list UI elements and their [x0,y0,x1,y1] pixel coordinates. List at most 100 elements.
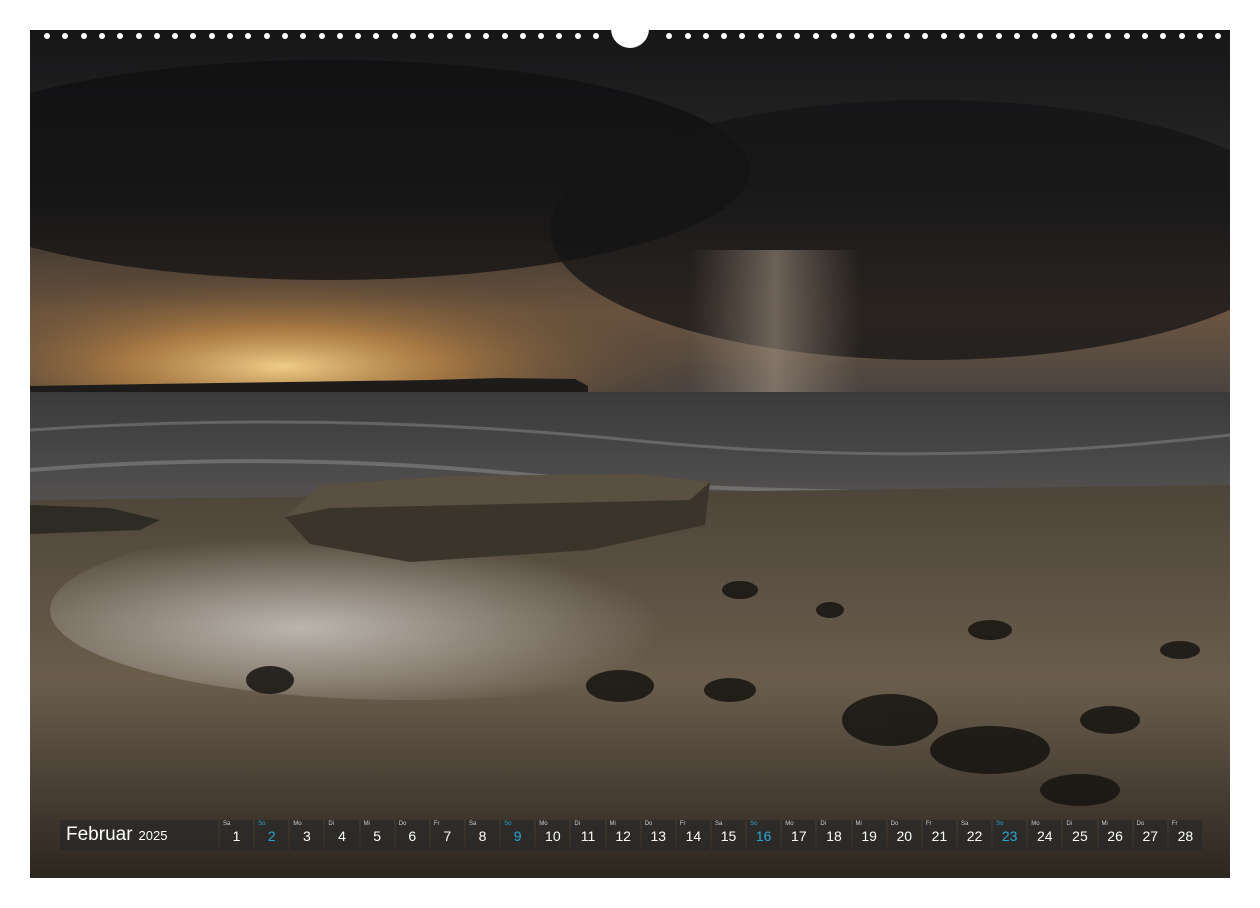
weekday-label: Do [644,821,653,827]
binding-hole [373,33,380,39]
binding-hole [1013,33,1020,39]
binding-hole [355,33,362,39]
day-number: 18 [826,828,842,844]
binding-hole [684,33,691,39]
weekday-label: Mo [539,821,548,827]
binding-hole [44,33,50,39]
day-cell: Mo 10 [536,820,570,850]
day-number: 19 [861,828,877,844]
binding-hole [1032,33,1039,39]
day-number: 17 [791,828,807,844]
day-number: 20 [896,828,913,844]
day-cell: So 23 [993,820,1027,850]
binding-hole [483,33,490,39]
weekday-label: So [996,821,1004,827]
day-cell: Di 18 [817,820,851,850]
binding-hole [446,33,453,39]
day-number: 15 [720,828,737,844]
weekday-label: Di [1066,821,1073,827]
day-cell: Do 6 [395,820,429,850]
day-cell: Mi 12 [606,820,640,850]
day-cell: Fr 14 [676,820,710,850]
binding-hole [190,33,197,39]
day-number: 2 [267,828,276,844]
day-number: 11 [580,828,596,844]
binding-hole [1087,33,1094,39]
day-cell: Mi 19 [852,820,886,850]
binding-hole [428,33,435,39]
binding-hole [1142,33,1148,39]
binding-hole [940,33,947,39]
binding-hole [227,33,233,39]
day-number: 8 [478,828,487,844]
day-number: 12 [615,828,631,844]
weekday-label: So [258,821,266,827]
day-number: 1 [232,828,241,844]
binding-hole [318,33,325,39]
day-number: 27 [1142,828,1159,844]
binding-hole [776,33,782,39]
weekday-label: Di [820,821,827,827]
weekday-label: Do [1136,821,1145,827]
day-cell: Fr 21 [922,820,956,850]
binding-hole [593,33,599,39]
weekday-label: Do [890,821,899,827]
binding-hole [263,33,270,39]
binding-hole [1215,33,1222,39]
binding-hole [464,33,471,39]
weekday-label: Di [328,821,335,827]
weekday-label: Mi [609,821,616,827]
day-cell: Do 20 [887,820,921,850]
day-cell: Do 27 [1133,820,1167,850]
binding-hole [519,33,526,39]
storm-coast-image [30,30,1230,878]
binding-hole [556,33,563,39]
day-number: 6 [408,828,417,844]
weekday-label: Fr [925,821,932,827]
binding-hole [1050,33,1057,39]
weekday-label: So [504,821,512,827]
binding-hole [959,33,965,39]
weekday-label: Fr [679,821,686,827]
binding-hole [904,33,911,39]
day-number: 28 [1177,828,1194,844]
binding-hole [830,33,837,39]
weekday-label: Mo [785,821,794,827]
weekday-label: Sa [468,821,477,827]
binding-hole [885,33,892,39]
weekday-label: Mi [1101,821,1108,827]
binding-hole [1178,33,1185,39]
day-cell: Mi 5 [360,820,394,850]
day-number: 7 [443,828,452,844]
day-cell: Fr 7 [430,820,464,850]
day-number: 4 [338,828,346,844]
day-number: 13 [650,828,667,844]
day-cell: Do 13 [641,820,675,850]
day-number: 5 [373,828,382,844]
month-label: Februar 2025 [60,820,218,850]
binding-hole [574,33,581,39]
weekday-label: Sa [714,821,723,827]
binding-hole [1105,33,1112,39]
weekday-label: Do [398,821,407,827]
day-cell: Mo 17 [782,820,816,850]
day-cell: Mo 24 [1028,820,1062,850]
weekday-label: Fr [433,821,440,827]
day-number: 10 [545,828,561,844]
day-number: 16 [755,828,772,844]
weekday-label: Mo [1031,821,1040,827]
binding-hole [922,33,929,39]
day-number: 25 [1072,828,1088,844]
day-cell: Mo 3 [290,820,324,850]
weekday-label: So [750,821,758,827]
day-cell: Sa 22 [957,820,992,850]
binding-hole [1160,33,1167,39]
day-number: 22 [966,828,983,844]
binding-hole [98,33,105,39]
day-cell: Sa 8 [465,820,500,850]
binding-hole [62,33,69,39]
year-label: 2025 [138,827,168,843]
day-cell: Fr 28 [1168,820,1202,850]
binding-hole [1068,33,1075,39]
day-number: 26 [1107,828,1123,844]
